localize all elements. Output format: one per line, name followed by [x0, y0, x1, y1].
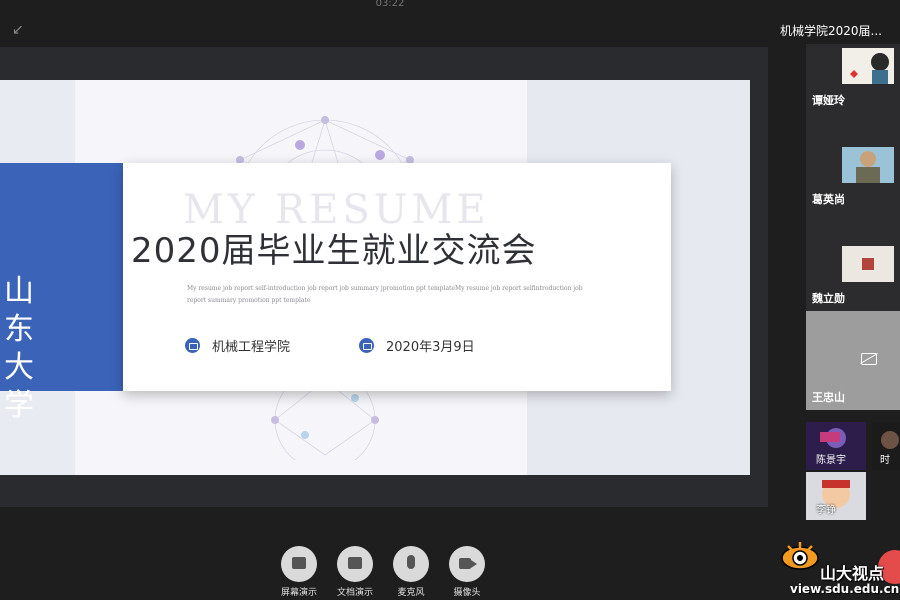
presentation-slide: 山东大学 MY RESUME 2020届毕业生就业交流会 My resume j… [0, 80, 750, 475]
minimize-icon[interactable]: ↙ [12, 22, 28, 38]
date-info: 2020年3月9日 [359, 336, 475, 355]
college-info: 机械工程学院 [185, 336, 290, 355]
eye-logo-icon [781, 542, 819, 570]
meeting-timer: 03:22 [375, 0, 405, 9]
university-name: 山东大学 [4, 274, 34, 423]
camera-off-icon [861, 353, 877, 365]
logo-text: 山大视点 [820, 564, 885, 583]
logo-url: view.sdu.edu.cn [790, 582, 900, 596]
screen-share-button[interactable]: 屏幕演示 [280, 546, 318, 598]
participant-name: 陈景宇 [816, 455, 846, 466]
mini-participant-tile[interactable]: 陈景宇 [806, 422, 866, 470]
participant-tile[interactable]: 谭娅玲 [806, 44, 900, 143]
college-name: 机械工程学院 [212, 340, 291, 355]
camera-icon [459, 558, 477, 569]
participant-name: 谭娅玲 [812, 94, 845, 107]
participant-avatar [842, 48, 894, 84]
participant-tile[interactable]: 葛英尚 [806, 143, 900, 242]
person-icon [359, 338, 374, 353]
participant-name: 时 [880, 455, 890, 466]
participant-avatar [822, 480, 850, 508]
participant-name: 王忠山 [812, 391, 845, 404]
event-date: 2020年3月9日 [386, 340, 475, 355]
meeting-title: 机械学院2020届... [780, 24, 882, 38]
shared-screen-stage: 山东大学 MY RESUME 2020届毕业生就业交流会 My resume j… [0, 47, 768, 507]
participant-name: 李铮 [816, 505, 836, 516]
slide-title: 2020届毕业生就业交流会 [131, 231, 537, 271]
university-banner: 山东大学 [0, 163, 123, 423]
mini-participant-tile[interactable]: 李铮 [806, 472, 866, 520]
folder-icon [348, 557, 362, 569]
microphone-button[interactable]: 麦克风 [392, 546, 430, 598]
screen-share-icon [292, 557, 306, 569]
site-logo-watermark: 山大视点 view.sdu.edu.cn [780, 536, 900, 600]
mini-participant-tile[interactable]: 时 [872, 422, 900, 470]
participant-name: 葛英尚 [812, 193, 845, 206]
document-share-button[interactable]: 文档演示 [336, 546, 374, 598]
camera-button[interactable]: 摄像头 [448, 546, 486, 598]
title-card: MY RESUME 2020届毕业生就业交流会 My resume job re… [123, 163, 671, 391]
participant-name: 魏立勋 [812, 292, 845, 305]
participant-avatar [842, 147, 894, 183]
microphone-icon [407, 555, 415, 569]
participant-avatar [842, 246, 894, 282]
building-icon [185, 338, 200, 353]
slide-subtitle: My resume job report self-introduction j… [187, 285, 583, 304]
participant-tile[interactable]: 王忠山 [806, 311, 900, 410]
meeting-toolbar: 屏幕演示 文档演示 麦克风 摄像头 [280, 546, 486, 598]
